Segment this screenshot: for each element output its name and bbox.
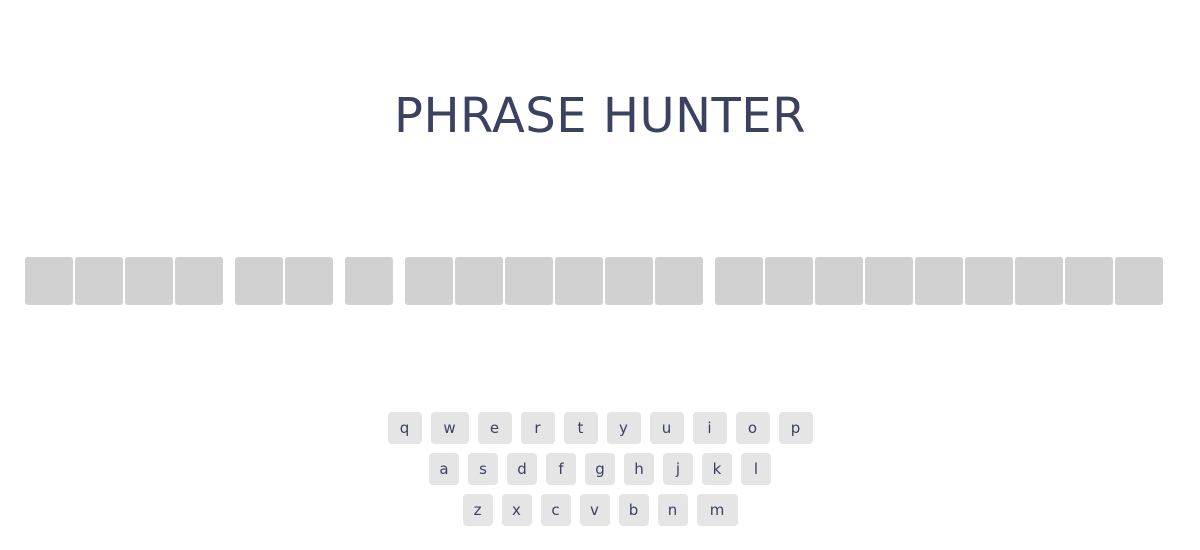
keyboard-row: qwertyuiop — [0, 412, 1200, 444]
key-i[interactable]: i — [692, 412, 727, 444]
key-t[interactable]: t — [563, 412, 598, 444]
key-w[interactable]: w — [430, 412, 469, 444]
key-p[interactable]: p — [778, 412, 813, 444]
letter-tile — [655, 257, 703, 305]
letter-tile — [285, 257, 333, 305]
key-v[interactable]: v — [579, 494, 610, 526]
game-page: PHRASE HUNTER qwertyuiop asdfghjkl zxcvbnm — [0, 0, 1200, 550]
on-screen-keyboard: qwertyuiop asdfghjkl zxcvbnm — [0, 412, 1200, 535]
key-y[interactable]: y — [606, 412, 641, 444]
key-j[interactable]: j — [663, 453, 693, 485]
key-c[interactable]: c — [540, 494, 571, 526]
key-f[interactable]: f — [546, 453, 576, 485]
letter-tile — [345, 257, 393, 305]
key-m[interactable]: m — [696, 494, 738, 526]
letter-tile — [505, 257, 553, 305]
phrase-board — [25, 257, 1163, 306]
letter-tile — [765, 257, 813, 305]
key-l[interactable]: l — [741, 453, 771, 485]
key-r[interactable]: r — [520, 412, 555, 444]
letter-tile — [125, 257, 173, 305]
letter-tile — [1065, 257, 1113, 305]
key-k[interactable]: k — [702, 453, 732, 485]
key-o[interactable]: o — [735, 412, 770, 444]
letter-tile — [235, 257, 283, 305]
letter-tile — [965, 257, 1013, 305]
letter-tile — [405, 257, 453, 305]
key-u[interactable]: u — [649, 412, 684, 444]
letter-tile — [175, 257, 223, 305]
letter-tile — [865, 257, 913, 305]
letter-tile — [1015, 257, 1063, 305]
letter-tile — [555, 257, 603, 305]
key-d[interactable]: d — [507, 453, 537, 485]
letter-tile — [75, 257, 123, 305]
key-a[interactable]: a — [429, 453, 459, 485]
phrase-word — [25, 257, 223, 306]
key-h[interactable]: h — [624, 453, 654, 485]
keyboard-row: zxcvbnm — [0, 494, 1200, 526]
key-s[interactable]: s — [468, 453, 498, 485]
page-title: PHRASE HUNTER — [394, 88, 806, 144]
key-z[interactable]: z — [462, 494, 493, 526]
phrase-word — [405, 257, 703, 306]
letter-tile — [455, 257, 503, 305]
key-x[interactable]: x — [501, 494, 532, 526]
key-b[interactable]: b — [618, 494, 649, 526]
letter-tile — [915, 257, 963, 305]
letter-tile — [715, 257, 763, 305]
key-q[interactable]: q — [387, 412, 422, 444]
phrase-word — [345, 257, 393, 306]
keyboard-row: asdfghjkl — [0, 453, 1200, 485]
key-n[interactable]: n — [657, 494, 688, 526]
letter-tile — [25, 257, 73, 305]
phrase-word — [715, 257, 1163, 306]
letter-tile — [605, 257, 653, 305]
letter-tile — [815, 257, 863, 305]
key-e[interactable]: e — [477, 412, 512, 444]
key-g[interactable]: g — [585, 453, 615, 485]
phrase-word — [235, 257, 333, 306]
letter-tile — [1115, 257, 1163, 305]
